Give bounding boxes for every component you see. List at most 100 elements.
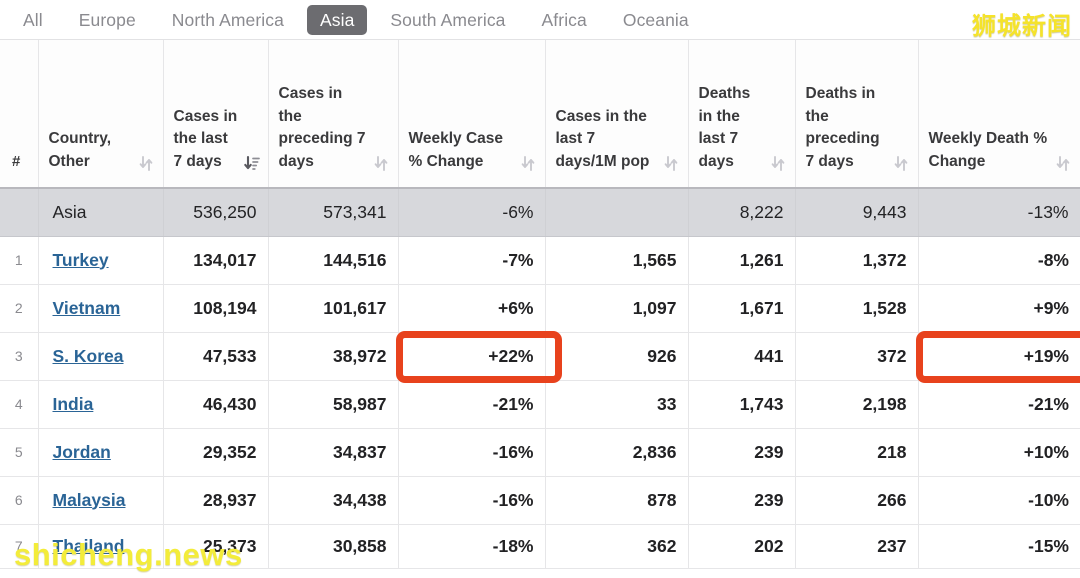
country-link[interactable]: Jordan: [53, 442, 111, 462]
column-header-weekly-case-change-label: Weekly Case % Change: [409, 128, 515, 173]
row-cases7: 47,533: [163, 332, 268, 380]
row-deathsp7: 218: [795, 428, 918, 476]
summary-wdc: -13%: [918, 188, 1080, 236]
country-link[interactable]: Turkey: [53, 250, 109, 270]
row-casesp7: 34,438: [268, 476, 398, 524]
summary-cases7: 536,250: [163, 188, 268, 236]
row-country[interactable]: S. Korea: [38, 332, 163, 380]
covid-statistics-table: # Country, Other: [0, 40, 1080, 569]
row-rank: 5: [0, 428, 38, 476]
column-header-cases-last-7-days-label: Cases in the last 7 days: [174, 106, 238, 173]
sort-desc-icon[interactable]: [244, 155, 258, 172]
column-header-weekly-death-change[interactable]: Weekly Death % Change: [918, 40, 1080, 188]
row-rank: 6: [0, 476, 38, 524]
column-header-country-label: Country, Other: [49, 128, 133, 173]
column-header-cases-per-million-label: Cases in the last 7 days/1M pop: [556, 106, 658, 173]
row-wdc: +19%: [918, 332, 1080, 380]
row-wcc: -16%: [398, 476, 545, 524]
row-cases7: 28,937: [163, 476, 268, 524]
row-cases1m: 362: [545, 524, 688, 568]
row-deaths7: 239: [688, 476, 795, 524]
sort-none-icon[interactable]: [771, 155, 785, 172]
tab-africa[interactable]: Africa: [529, 5, 600, 35]
table-row: 2 Vietnam 108,194 101,617 +6% 1,097 1,67…: [0, 284, 1080, 332]
row-rank: 4: [0, 380, 38, 428]
tab-europe[interactable]: Europe: [66, 5, 149, 35]
column-header-deaths-preceding-7-days-label: Deaths in the preceding 7 days: [806, 83, 888, 173]
row-country[interactable]: Jordan: [38, 428, 163, 476]
row-cases1m: 926: [545, 332, 688, 380]
country-link[interactable]: Vietnam: [53, 298, 121, 318]
row-cases1m: 2,836: [545, 428, 688, 476]
row-deaths7: 441: [688, 332, 795, 380]
row-deathsp7: 266: [795, 476, 918, 524]
row-casesp7: 58,987: [268, 380, 398, 428]
row-cases7: 46,430: [163, 380, 268, 428]
row-cases7: 108,194: [163, 284, 268, 332]
table-header: # Country, Other: [0, 40, 1080, 188]
column-header-deaths-preceding-7-days[interactable]: Deaths in the preceding 7 days: [795, 40, 918, 188]
row-cases1m: 878: [545, 476, 688, 524]
country-link[interactable]: Malaysia: [53, 490, 126, 510]
row-country[interactable]: Vietnam: [38, 284, 163, 332]
row-wcc: +6%: [398, 284, 545, 332]
column-header-cases-per-million[interactable]: Cases in the last 7 days/1M pop: [545, 40, 688, 188]
column-header-weekly-case-change[interactable]: Weekly Case % Change: [398, 40, 545, 188]
row-casesp7: 30,858: [268, 524, 398, 568]
row-cases7: 29,352: [163, 428, 268, 476]
tab-all[interactable]: All: [10, 5, 56, 35]
sort-none-icon[interactable]: [1056, 155, 1070, 172]
column-header-cases-preceding-7-days[interactable]: Cases in the preceding 7 days: [268, 40, 398, 188]
watermark-top-right: 狮城新闻: [972, 14, 1072, 40]
row-cases7: 134,017: [163, 236, 268, 284]
covid-stats-page: All Europe North America Asia South Amer…: [0, 0, 1080, 578]
column-header-rank[interactable]: #: [0, 40, 38, 188]
watermark-bottom-left: shicheng.news: [14, 538, 243, 572]
row-wdc: +10%: [918, 428, 1080, 476]
table-row: 3 S. Korea 47,533 38,972 +22% 926 441 37…: [0, 332, 1080, 380]
row-cases1m: 33: [545, 380, 688, 428]
row-deathsp7: 1,528: [795, 284, 918, 332]
tab-south-america[interactable]: South America: [377, 5, 518, 35]
country-link[interactable]: India: [53, 394, 94, 414]
country-link[interactable]: S. Korea: [53, 346, 124, 366]
summary-casesp7: 573,341: [268, 188, 398, 236]
column-header-deaths-last-7-days[interactable]: Deaths in the last 7 days: [688, 40, 795, 188]
tab-north-america[interactable]: North America: [159, 5, 297, 35]
tab-asia[interactable]: Asia: [307, 5, 367, 35]
row-casesp7: 34,837: [268, 428, 398, 476]
row-wcc: +22%: [398, 332, 545, 380]
column-header-weekly-death-change-label: Weekly Death % Change: [929, 128, 1051, 173]
summary-cases1m: [545, 188, 688, 236]
row-deaths7: 1,671: [688, 284, 795, 332]
row-country[interactable]: Malaysia: [38, 476, 163, 524]
column-header-cases-preceding-7-days-label: Cases in the preceding 7 days: [279, 83, 368, 173]
summary-deaths7: 8,222: [688, 188, 795, 236]
row-casesp7: 144,516: [268, 236, 398, 284]
row-wcc: -21%: [398, 380, 545, 428]
row-wdc: +9%: [918, 284, 1080, 332]
sort-none-icon[interactable]: [139, 155, 153, 172]
tab-oceania[interactable]: Oceania: [610, 5, 702, 35]
row-country[interactable]: Turkey: [38, 236, 163, 284]
row-deathsp7: 1,372: [795, 236, 918, 284]
row-casesp7: 101,617: [268, 284, 398, 332]
column-header-rank-label: #: [12, 151, 28, 173]
column-header-country[interactable]: Country, Other: [38, 40, 163, 188]
continent-tab-bar: All Europe North America Asia South Amer…: [0, 0, 1080, 40]
table-body: Asia 536,250 573,341 -6% 8,222 9,443 -13…: [0, 188, 1080, 568]
row-wdc: -10%: [918, 476, 1080, 524]
sort-none-icon[interactable]: [664, 155, 678, 172]
row-wdc: -15%: [918, 524, 1080, 568]
summary-wcc: -6%: [398, 188, 545, 236]
row-deaths7: 1,743: [688, 380, 795, 428]
row-cases1m: 1,565: [545, 236, 688, 284]
sort-none-icon[interactable]: [521, 155, 535, 172]
row-rank: 1: [0, 236, 38, 284]
row-wdc: -8%: [918, 236, 1080, 284]
column-header-cases-last-7-days[interactable]: Cases in the last 7 days: [163, 40, 268, 188]
sort-none-icon[interactable]: [894, 155, 908, 172]
row-country[interactable]: India: [38, 380, 163, 428]
row-deathsp7: 237: [795, 524, 918, 568]
sort-none-icon[interactable]: [374, 155, 388, 172]
